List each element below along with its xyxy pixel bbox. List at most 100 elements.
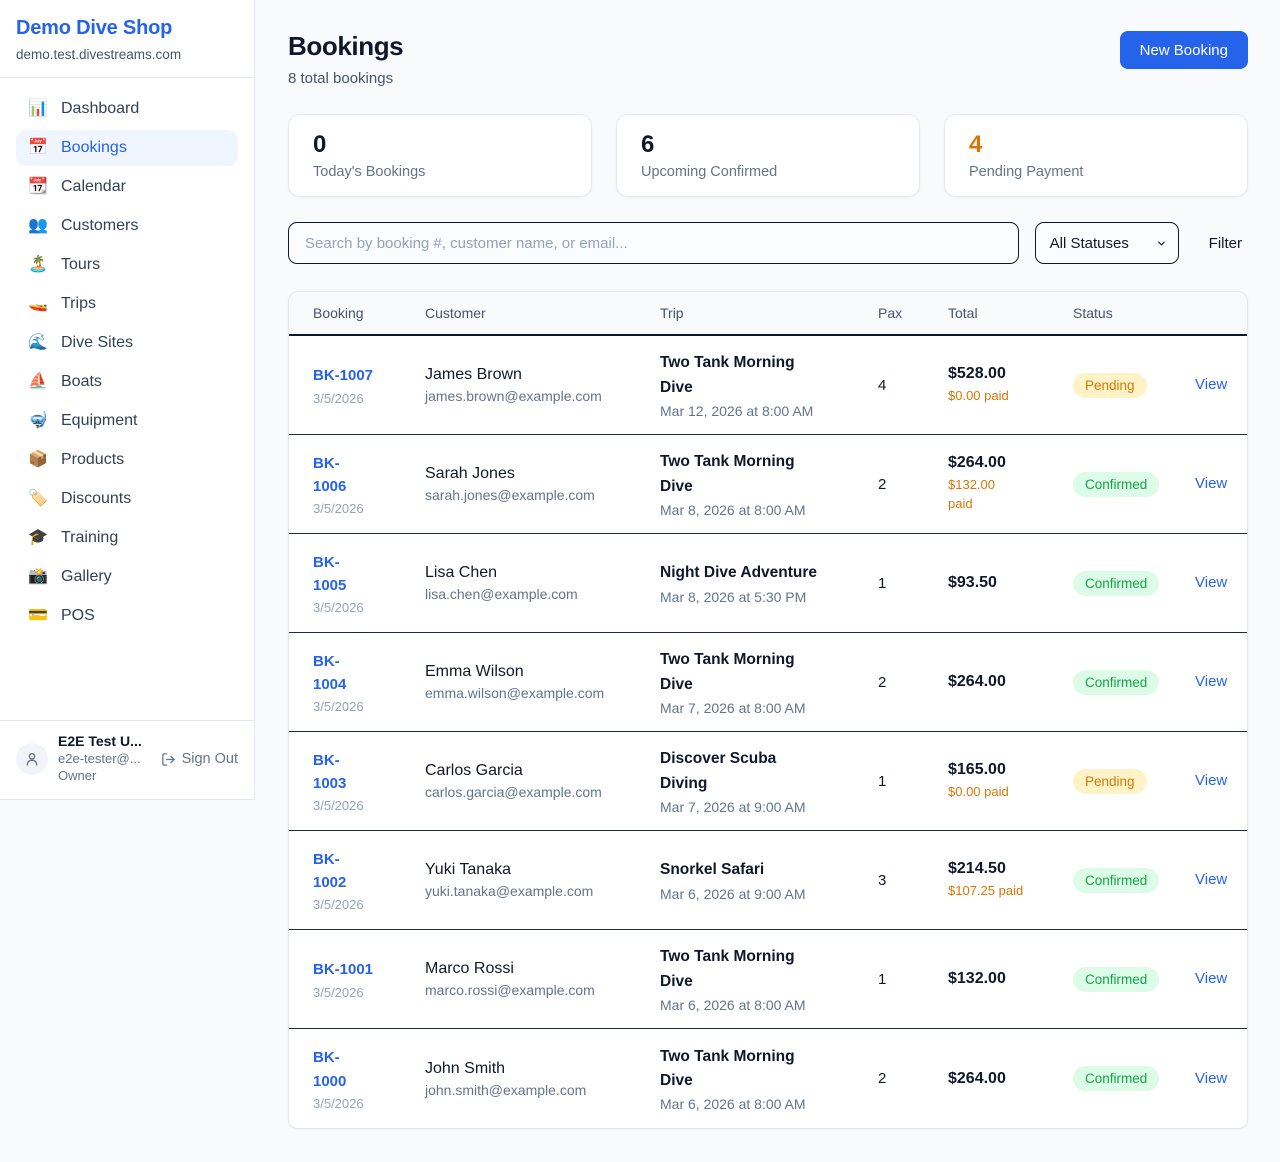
boats-icon: ⛵	[28, 374, 48, 390]
sidebar-item-customers[interactable]: 👥 Customers	[16, 208, 238, 244]
stat-card-todays-bookings: 0 Today's Bookings	[288, 114, 592, 197]
sidebar-item-bookings[interactable]: 📅 Bookings	[16, 130, 238, 166]
view-link[interactable]: View	[1195, 772, 1227, 789]
sidebar-item-label: Equipment	[61, 412, 138, 430]
pax-count: 3	[878, 872, 948, 889]
sidebar-item-tours[interactable]: 🏝️ Tours	[16, 247, 238, 283]
customer-name: Lisa Chen	[425, 564, 660, 582]
booking-date: 3/5/2026	[313, 897, 425, 912]
status-badge: Confirmed	[1073, 472, 1159, 497]
paid-amount: $0.00 paid	[948, 387, 1073, 406]
status-filter-value: All Statuses	[1050, 235, 1129, 252]
view-link[interactable]: View	[1195, 574, 1227, 591]
table-row: BK- 1003 3/5/2026 Carlos Garcia carlos.g…	[289, 732, 1247, 831]
sidebar-item-boats[interactable]: ⛵ Boats	[16, 364, 238, 400]
view-link[interactable]: View	[1195, 970, 1227, 987]
filter-controls: All Statuses Filter	[288, 222, 1248, 264]
pax-count: 1	[878, 575, 948, 592]
stat-card-upcoming-confirmed: 6 Upcoming Confirmed	[616, 114, 920, 197]
customer-email: lisa.chen@example.com	[425, 586, 660, 602]
filter-button[interactable]: Filter	[1203, 235, 1248, 252]
booking-id-link[interactable]: BK-1007	[313, 364, 373, 387]
booking-id-link[interactable]: BK-1001	[313, 958, 373, 981]
sidebar-item-label: POS	[61, 607, 95, 625]
sidebar-item-pos[interactable]: 💳 POS	[16, 598, 238, 634]
booking-id-link[interactable]: BK- 1003	[313, 749, 346, 796]
brand: Demo Dive Shop demo.test.divestreams.com	[0, 0, 254, 78]
customer-name: John Smith	[425, 1060, 660, 1078]
sign-out-label: Sign Out	[182, 751, 238, 767]
view-link[interactable]: View	[1195, 871, 1227, 888]
view-link[interactable]: View	[1195, 673, 1227, 690]
trip-name: Discover Scuba Diving	[660, 747, 878, 795]
sidebar-item-trips[interactable]: 🚤 Trips	[16, 286, 238, 322]
total-amount: $93.50	[948, 574, 1073, 592]
status-badge: Pending	[1073, 373, 1147, 398]
trip-name: Night Dive Adventure	[660, 561, 878, 585]
customer-email: emma.wilson@example.com	[425, 685, 660, 701]
total-amount: $214.50	[948, 860, 1073, 878]
total-amount: $132.00	[948, 970, 1073, 988]
sidebar-item-training[interactable]: 🎓 Training	[16, 520, 238, 556]
booking-date: 3/5/2026	[313, 985, 425, 1000]
sidebar-item-gallery[interactable]: 📸 Gallery	[16, 559, 238, 595]
booking-id-link[interactable]: BK- 1006	[313, 452, 346, 499]
tours-icon: 🏝️	[28, 257, 48, 273]
sidebar-item-discounts[interactable]: 🏷️ Discounts	[16, 481, 238, 517]
user-icon	[24, 751, 40, 767]
view-link[interactable]: View	[1195, 475, 1227, 492]
view-link[interactable]: View	[1195, 376, 1227, 393]
trip-datetime: Mar 6, 2026 at 9:00 AM	[660, 886, 878, 902]
sidebar-item-label: Trips	[61, 295, 96, 313]
customer-name: Emma Wilson	[425, 663, 660, 681]
table-row: BK- 1002 3/5/2026 Yuki Tanaka yuki.tanak…	[289, 831, 1247, 930]
pax-count: 4	[878, 377, 948, 394]
table-body: BK-1007 3/5/2026 James Brown james.brown…	[289, 336, 1247, 1128]
customer-email: james.brown@example.com	[425, 388, 660, 404]
trip-name: Two Tank Morning Dive	[660, 450, 878, 498]
sidebar-item-label: Dashboard	[61, 100, 139, 118]
booking-id-link[interactable]: BK- 1005	[313, 551, 346, 598]
status-filter-select[interactable]: All Statuses	[1035, 222, 1179, 264]
total-amount: $264.00	[948, 454, 1073, 472]
booking-id-link[interactable]: BK- 1000	[313, 1046, 346, 1093]
search-input[interactable]	[288, 222, 1019, 264]
user-footer: E2E Test U... e2e-tester@... Owner Sign …	[0, 720, 254, 799]
sidebar-item-calendar[interactable]: 📆 Calendar	[16, 169, 238, 205]
customer-email: marco.rossi@example.com	[425, 982, 660, 998]
trips-icon: 🚤	[28, 296, 48, 312]
view-link[interactable]: View	[1195, 1070, 1227, 1087]
sidebar-item-products[interactable]: 📦 Products	[16, 442, 238, 478]
new-booking-button[interactable]: New Booking	[1120, 31, 1248, 69]
total-bookings-count: 8 total bookings	[288, 70, 403, 87]
column-header-customer: Customer	[425, 305, 660, 321]
sign-out-button[interactable]: Sign Out	[161, 751, 238, 767]
pax-count: 2	[878, 476, 948, 493]
sidebar-item-dashboard[interactable]: 📊 Dashboard	[16, 91, 238, 127]
stat-label: Upcoming Confirmed	[641, 164, 895, 180]
dive-sites-icon: 🌊	[28, 335, 48, 351]
sidebar-item-dive-sites[interactable]: 🌊 Dive Sites	[16, 325, 238, 361]
user-email: e2e-tester@...	[58, 751, 151, 768]
page-title: Bookings	[288, 31, 403, 62]
booking-id-link[interactable]: BK- 1002	[313, 848, 346, 895]
sidebar-item-equipment[interactable]: 🤿 Equipment	[16, 403, 238, 439]
pax-count: 2	[878, 1070, 948, 1087]
training-icon: 🎓	[28, 530, 48, 546]
booking-date: 3/5/2026	[313, 600, 425, 615]
table-row: BK- 1000 3/5/2026 John Smith john.smith@…	[289, 1029, 1247, 1128]
customer-name: Carlos Garcia	[425, 762, 660, 780]
booking-id-link[interactable]: BK- 1004	[313, 650, 346, 697]
trip-name: Two Tank Morning Dive	[660, 945, 878, 993]
booking-date: 3/5/2026	[313, 798, 425, 813]
customer-email: yuki.tanaka@example.com	[425, 883, 660, 899]
paid-amount: $0.00 paid	[948, 783, 1073, 802]
customer-name: Sarah Jones	[425, 465, 660, 483]
total-amount: $264.00	[948, 1070, 1073, 1088]
discounts-icon: 🏷️	[28, 491, 48, 507]
avatar	[16, 743, 48, 775]
customer-email: john.smith@example.com	[425, 1082, 660, 1098]
column-header-pax: Pax	[878, 305, 948, 321]
sidebar-item-label: Dive Sites	[61, 334, 133, 352]
user-name: E2E Test U...	[58, 733, 151, 749]
